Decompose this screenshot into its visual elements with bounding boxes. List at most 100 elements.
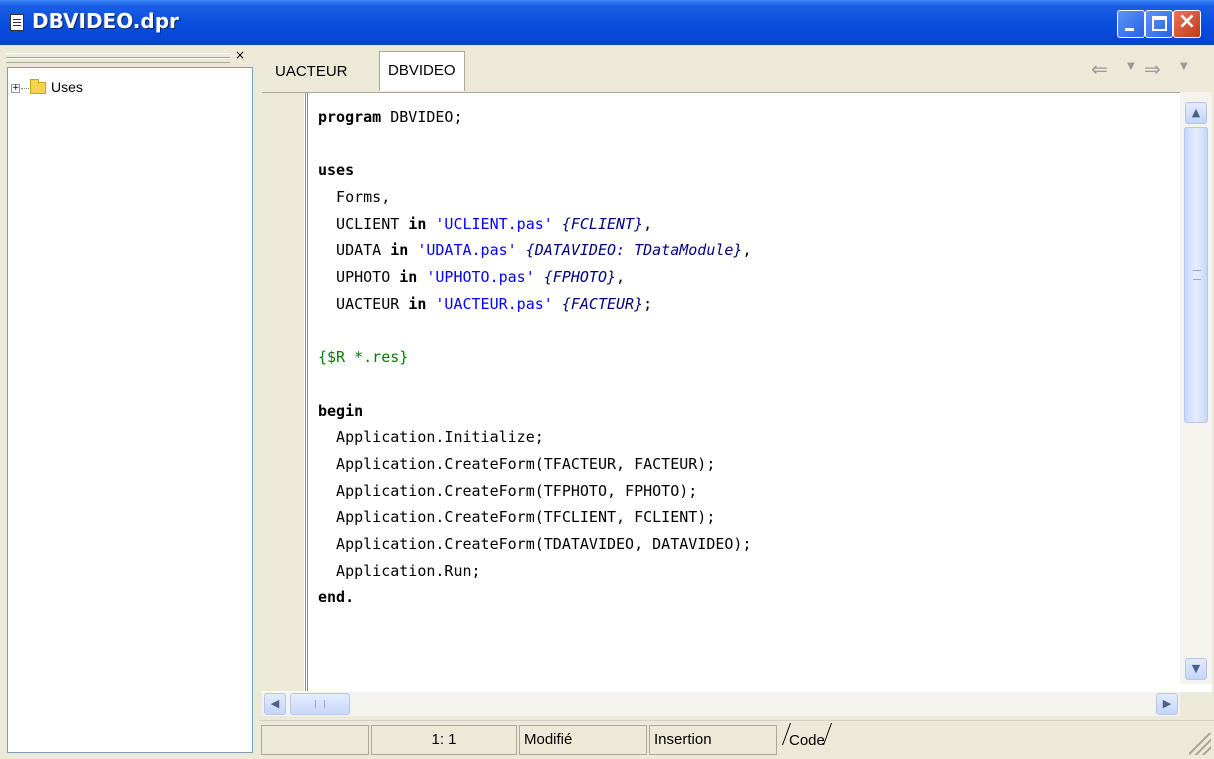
code-token: Application.Initialize; — [318, 428, 544, 447]
code-token: program — [318, 108, 382, 126]
code-line[interactable]: Forms, — [318, 184, 752, 211]
code-token: Forms, — [318, 188, 391, 207]
code-token: UCLIENT — [318, 214, 409, 233]
insert-mode: Insertion — [649, 725, 777, 755]
scroll-down-button[interactable]: ▼ — [1185, 658, 1207, 680]
cursor-position: 1: 1 — [371, 725, 517, 755]
code-token: Application.CreateForm(TFACTEUR, FACTEUR… — [318, 454, 716, 473]
code-line[interactable]: begin — [318, 398, 752, 425]
code-token: ; — [643, 294, 653, 313]
code-line[interactable] — [318, 371, 752, 398]
code-line[interactable]: program DBVIDEO; — [318, 104, 752, 131]
explorer-tree[interactable]: + Uses — [7, 67, 253, 753]
code-token: 'UACTEUR.pas' — [435, 294, 553, 313]
grip-icon — [315, 700, 325, 708]
code-line[interactable] — [318, 131, 752, 158]
code-token: in — [408, 294, 427, 313]
gutter-divider — [305, 93, 306, 691]
code-token: 'UPHOTO.pas' — [426, 268, 535, 287]
editor-gutter[interactable] — [262, 93, 304, 691]
folder-icon — [30, 79, 46, 94]
code-line[interactable]: Application.Initialize; — [318, 424, 752, 451]
scroll-left-button[interactable]: ◀ — [264, 693, 286, 715]
code-line[interactable]: Application.CreateForm(TFPHOTO, FPHOTO); — [318, 478, 752, 505]
modified-status: Modifié — [519, 725, 647, 755]
code-token: UDATA — [318, 241, 391, 260]
code-token: {FPHOTO} — [543, 268, 617, 287]
code-token: , — [643, 214, 653, 233]
chevron-right-icon: ▶ — [1162, 697, 1172, 710]
minimize-icon — [1125, 28, 1134, 31]
code-line[interactable]: Application.CreateForm(TFACTEUR, FACTEUR… — [318, 451, 752, 478]
grip-icon — [1193, 270, 1201, 280]
code-token: , — [616, 268, 626, 287]
tree-item-uses[interactable]: Uses — [51, 79, 83, 95]
scroll-corner — [1180, 692, 1212, 716]
forward-arrow-icon[interactable]: ⇒ — [1144, 57, 1161, 81]
chevron-left-icon: ◀ — [270, 697, 280, 710]
expand-icon[interactable]: + — [11, 84, 20, 93]
code-line[interactable]: {$R *.res} — [318, 344, 752, 371]
code-token: Application.CreateForm(TDATAVIDEO, DATAV… — [318, 535, 752, 553]
pane-close-icon[interactable]: × — [235, 49, 245, 61]
code-token: 'UDATA.pas' — [417, 241, 517, 260]
view-tab-code[interactable]: Code — [781, 723, 832, 753]
chevron-up-icon: ▲ — [1191, 106, 1201, 119]
code-token: in — [408, 214, 427, 233]
code-line[interactable]: Application.CreateForm(TDATAVIDEO, DATAV… — [318, 531, 752, 558]
code-token: Application.CreateForm(TFPHOTO, FPHOTO); — [318, 481, 698, 500]
window-title: DBVIDEO.dpr — [32, 9, 179, 33]
tab-uacteur[interactable]: UACTEUR — [267, 55, 356, 89]
tree-connector — [21, 88, 29, 89]
grip-bar[interactable] — [6, 58, 230, 63]
horizontal-scrollbar[interactable]: ◀ ▶ — [262, 692, 1180, 716]
code-line[interactable]: Application.CreateForm(TFCLIENT, FCLIENT… — [318, 504, 752, 531]
chevron-down-icon: ▼ — [1191, 662, 1201, 675]
back-arrow-icon[interactable]: ⇐ — [1091, 57, 1108, 81]
code-token: DBVIDEO; — [381, 108, 463, 126]
close-button[interactable]: × — [1173, 9, 1201, 38]
code-token: uses — [318, 161, 355, 180]
vertical-scroll-thumb[interactable] — [1184, 127, 1208, 423]
code-line[interactable]: end. — [318, 584, 752, 611]
back-dropdown-icon[interactable]: ▼ — [1127, 61, 1135, 72]
horizontal-scroll-thumb[interactable] — [290, 693, 350, 715]
code-editor[interactable]: program DBVIDEO; uses Forms, UCLIENT in … — [262, 92, 1212, 695]
code-token: in — [390, 241, 409, 260]
code-line[interactable]: uses — [318, 157, 752, 184]
document-icon[interactable] — [10, 14, 24, 31]
resize-grip-icon[interactable] — [1189, 733, 1211, 755]
pane-splitter[interactable] — [253, 45, 259, 758]
code-token: {FACTEUR} — [561, 294, 644, 313]
vertical-scrollbar[interactable]: ▲ ▼ — [1180, 92, 1212, 684]
explorer-header[interactable]: × — [0, 47, 258, 67]
tab-dbvideo[interactable]: DBVIDEO — [379, 51, 465, 91]
scroll-right-button[interactable]: ▶ — [1156, 693, 1178, 715]
source-code[interactable]: program DBVIDEO; uses Forms, UCLIENT in … — [318, 104, 752, 611]
code-line[interactable]: UDATA in 'UDATA.pas' {DATAVIDEO: TDataMo… — [318, 237, 751, 264]
status-bar: 1: 1 Modifié Insertion Code — [259, 720, 1214, 759]
maximize-icon — [1152, 16, 1167, 31]
code-token: Application.Run; — [318, 561, 481, 580]
code-token: {FCLIENT} — [561, 214, 644, 233]
code-line[interactable]: Application.Run; — [318, 558, 752, 585]
code-line[interactable]: UPHOTO in 'UPHOTO.pas' {FPHOTO}, — [318, 264, 752, 291]
view-tab-label: Code — [789, 732, 825, 749]
minimize-button[interactable] — [1117, 10, 1145, 38]
code-line[interactable]: UCLIENT in 'UCLIENT.pas' {FCLIENT}, — [318, 211, 752, 238]
gutter-divider — [307, 93, 308, 691]
code-token: begin — [318, 401, 364, 420]
status-panel — [261, 725, 369, 755]
maximize-button[interactable] — [1145, 10, 1173, 38]
title-bar[interactable]: DBVIDEO.dpr × — [0, 0, 1214, 45]
code-token: in — [399, 268, 418, 287]
code-line[interactable] — [318, 318, 752, 345]
code-token: 'UCLIENT.pas' — [435, 214, 553, 233]
forward-dropdown-icon[interactable]: ▼ — [1180, 61, 1188, 72]
scroll-up-button[interactable]: ▲ — [1185, 102, 1207, 124]
code-line[interactable]: UACTEUR in 'UACTEUR.pas' {FACTEUR}; — [318, 291, 752, 318]
close-icon: × — [1177, 9, 1197, 34]
